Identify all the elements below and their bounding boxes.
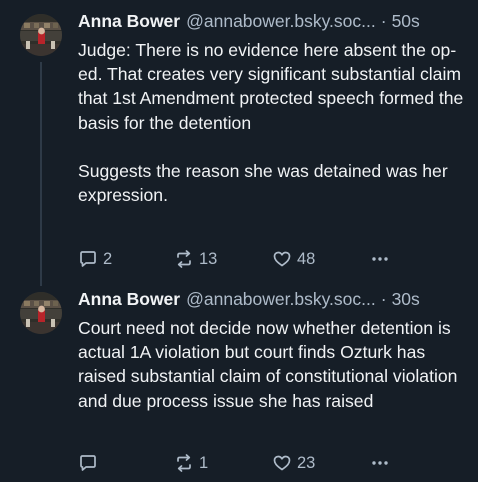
repost-count: 1	[199, 453, 209, 472]
repost-button[interactable]: 1	[174, 452, 208, 474]
heart-icon	[273, 455, 291, 471]
speech-bubble-icon	[80, 455, 96, 471]
like-button[interactable]: 48	[272, 248, 315, 270]
author-name[interactable]: Anna Bower	[78, 8, 180, 34]
post-content: Anna Bower @annabower.bsky.soc... · 30s …	[78, 286, 464, 413]
repost-arrows-icon	[177, 250, 191, 268]
more-options-button[interactable]	[370, 452, 390, 474]
reply-count: 2	[103, 249, 113, 268]
repost-count: 13	[199, 249, 218, 268]
like-button[interactable]: 23	[272, 452, 315, 474]
ellipsis-icon	[372, 461, 388, 465]
header-separator: ·	[380, 11, 387, 31]
post-text: Court need not decide now whether detent…	[78, 318, 463, 411]
post-timestamp[interactable]: 30s	[392, 286, 420, 312]
post-header: Anna Bower @annabower.bsky.soc... · 30s	[78, 286, 464, 312]
post-actions: 2 13 48	[78, 248, 464, 270]
like-count: 48	[297, 249, 316, 268]
post-header: Anna Bower @annabower.bsky.soc... · 50s	[78, 8, 464, 34]
repost-arrows-icon	[177, 454, 191, 472]
avatar-image	[20, 292, 62, 334]
repost-button[interactable]: 13	[174, 248, 217, 270]
author-name[interactable]: Anna Bower	[78, 286, 180, 312]
heart-icon	[273, 251, 291, 267]
like-count: 23	[297, 453, 316, 472]
author-handle[interactable]: @annabower.bsky.soc...	[186, 286, 376, 312]
thread-feed: Anna Bower @annabower.bsky.soc... · 50s …	[0, 0, 478, 482]
post-timestamp[interactable]: 50s	[392, 8, 420, 34]
reply-button[interactable]	[78, 452, 103, 474]
header-separator: ·	[380, 289, 387, 309]
post-actions: 1 23	[78, 452, 464, 474]
avatar[interactable]	[20, 14, 62, 56]
speech-bubble-icon	[80, 251, 96, 267]
author-handle[interactable]: @annabower.bsky.soc...	[186, 8, 376, 34]
avatar-image	[20, 14, 62, 56]
thread-line	[40, 62, 42, 286]
avatar[interactable]	[20, 292, 62, 334]
more-options-button[interactable]	[370, 248, 390, 270]
post-text: Judge: There is no evidence here absent …	[78, 40, 464, 206]
reply-button[interactable]: 2	[78, 248, 112, 270]
ellipsis-icon	[372, 257, 388, 261]
post-content: Anna Bower @annabower.bsky.soc... · 50s …	[78, 8, 464, 207]
